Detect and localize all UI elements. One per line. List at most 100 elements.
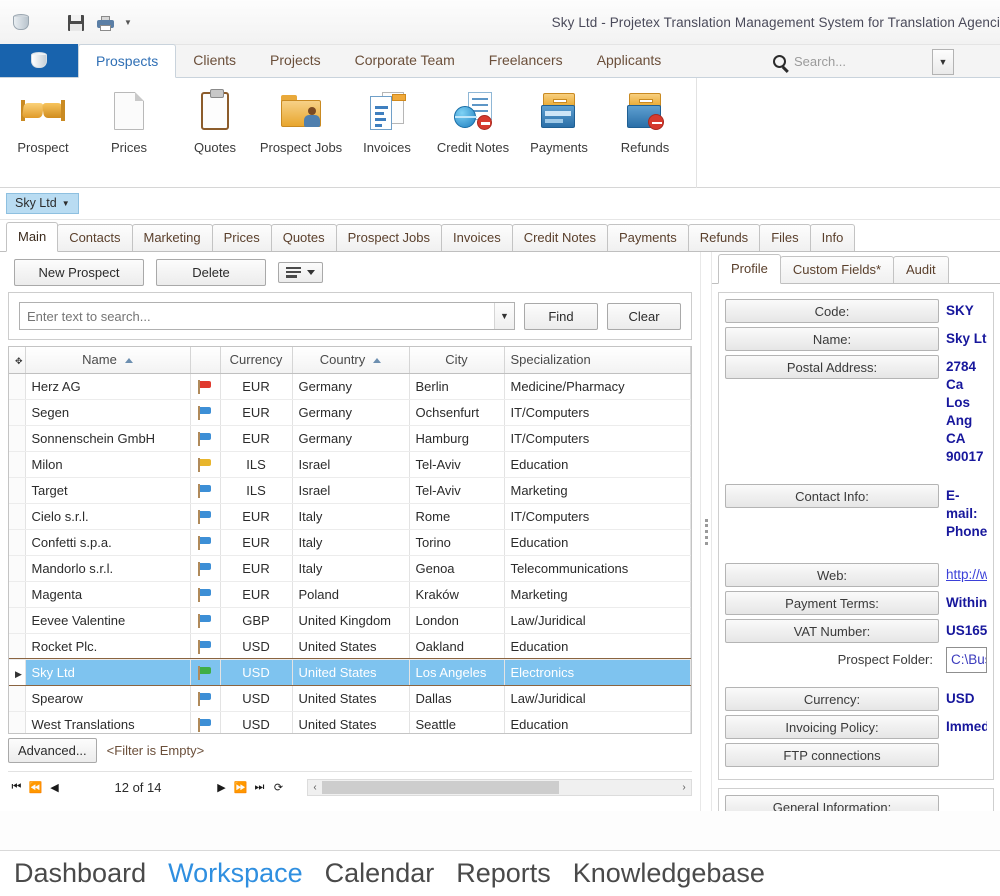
cell-name[interactable]: Target — [25, 477, 191, 504]
cell-currency[interactable]: EUR — [220, 373, 293, 400]
ribbon-tab-projects[interactable]: Projects — [253, 44, 338, 77]
grid-header-name[interactable]: Name — [25, 347, 191, 374]
ribbon-button-payments[interactable]: Payments — [516, 88, 602, 155]
cell-currency[interactable]: USD — [220, 685, 293, 712]
cell-currency[interactable]: EUR — [220, 425, 293, 452]
first-record-icon[interactable]: ⏮ — [8, 778, 25, 798]
row-indicator[interactable] — [9, 529, 26, 556]
cell-country[interactable]: United States — [292, 633, 410, 660]
tab-prices[interactable]: Prices — [211, 224, 272, 251]
advanced-filter-button[interactable]: Advanced... — [8, 737, 97, 763]
clear-button[interactable]: Clear — [607, 302, 681, 330]
grid-header-currency[interactable]: Currency — [220, 347, 293, 374]
table-row[interactable]: Mandorlo s.r.l. EUR Italy Genoa Telecommunic… — [9, 555, 691, 582]
field-label[interactable]: Contact Info: — [725, 484, 939, 508]
general-information-button[interactable]: General Information: — [725, 795, 939, 811]
table-row[interactable]: Segen EUR Germany Ochsenfurt IT/Computers — [9, 399, 691, 426]
ribbon-tab-freelancers[interactable]: Freelancers — [472, 44, 580, 77]
row-indicator[interactable] — [9, 555, 26, 582]
flag-icon[interactable] — [190, 555, 221, 582]
row-indicator[interactable] — [9, 477, 26, 504]
find-button[interactable]: Find — [524, 302, 598, 330]
cell-currency[interactable]: USD — [220, 711, 293, 733]
cell-country[interactable]: United States — [292, 685, 410, 712]
cell-currency[interactable]: USD — [220, 633, 293, 660]
cell-specialization[interactable]: IT/Computers — [504, 399, 691, 426]
field-value[interactable]: C:\Busin — [946, 647, 987, 673]
row-indicator[interactable]: ▶ — [9, 659, 26, 686]
table-row[interactable]: Rocket Plc. USD United States Oakland Educat… — [9, 633, 691, 660]
grid-header-specialization[interactable]: Specialization — [504, 347, 691, 374]
table-row[interactable]: West Translations USD United States Seattle… — [9, 711, 691, 733]
flag-icon[interactable] — [190, 607, 221, 634]
tab-contacts[interactable]: Contacts — [57, 224, 133, 251]
grid-options-menu-button[interactable] — [278, 261, 323, 283]
cell-name[interactable]: Spearow — [25, 685, 191, 712]
cell-specialization[interactable]: Law/Juridical — [504, 607, 691, 634]
field-label[interactable]: Code: — [725, 299, 939, 323]
cell-name[interactable]: Segen — [25, 399, 191, 426]
delete-button[interactable]: Delete — [156, 258, 266, 286]
cell-city[interactable]: Hamburg — [409, 425, 505, 452]
table-row[interactable]: Herz AG EUR Germany Berlin Medicine/Pharmacy — [9, 373, 691, 400]
chevron-down-icon[interactable]: ▼ — [494, 303, 514, 329]
new-prospect-button[interactable]: New Prospect — [14, 258, 144, 286]
cell-city[interactable]: Los Angeles — [409, 659, 505, 686]
cell-country[interactable]: Israel — [292, 451, 410, 478]
next-page-icon[interactable]: ⏩ — [232, 778, 249, 798]
row-indicator[interactable] — [9, 425, 26, 452]
cell-city[interactable]: Tel-Aviv — [409, 451, 505, 478]
cell-specialization[interactable]: Marketing — [504, 581, 691, 608]
cell-specialization[interactable]: Marketing — [504, 477, 691, 504]
row-indicator[interactable] — [9, 581, 26, 608]
grid-header-country[interactable]: Country — [292, 347, 410, 374]
prev-record-icon[interactable]: ◀ — [46, 778, 63, 798]
cell-name[interactable]: Cielo s.r.l. — [25, 503, 191, 530]
tab-refunds[interactable]: Refunds — [687, 224, 761, 251]
nav-reports[interactable]: Reports — [456, 858, 551, 889]
table-row[interactable]: Magenta EUR Poland Kraków Marketing — [9, 581, 691, 608]
cell-name[interactable]: Sky Ltd — [25, 659, 191, 686]
row-indicator[interactable] — [9, 373, 26, 400]
flag-icon[interactable] — [190, 399, 221, 426]
flag-icon[interactable] — [190, 685, 221, 712]
row-indicator[interactable] — [9, 633, 26, 660]
tab-prospect-jobs[interactable]: Prospect Jobs — [335, 224, 442, 251]
field-label[interactable]: Name: — [725, 327, 939, 351]
flag-icon[interactable] — [190, 659, 221, 686]
app-menu-button[interactable] — [0, 44, 78, 77]
cell-currency[interactable]: ILS — [220, 477, 293, 504]
search-placeholder[interactable]: Search... — [794, 54, 924, 69]
cell-city[interactable]: Kraków — [409, 581, 505, 608]
last-record-icon[interactable]: ⏭ — [251, 778, 268, 798]
ribbon-button-invoices[interactable]: Invoices — [344, 88, 430, 155]
tab-audit[interactable]: Audit — [893, 256, 949, 283]
cell-city[interactable]: Ochsenfurt — [409, 399, 505, 426]
search-combobox[interactable]: ▼ — [19, 302, 515, 330]
ribbon-tab-applicants[interactable]: Applicants — [580, 44, 679, 77]
grid-header-city[interactable]: City — [409, 347, 505, 374]
row-indicator[interactable] — [9, 711, 26, 733]
cell-country[interactable]: Italy — [292, 555, 410, 582]
ribbon-button-prospect-jobs[interactable]: Prospect Jobs — [258, 88, 344, 155]
field-value[interactable]: http://w — [946, 563, 987, 584]
cell-city[interactable]: Torino — [409, 529, 505, 556]
table-row[interactable]: Milon ILS Israel Tel-Aviv Education — [9, 451, 691, 478]
flag-icon[interactable] — [190, 581, 221, 608]
ribbon-button-quotes[interactable]: Quotes — [172, 88, 258, 155]
tab-marketing[interactable]: Marketing — [131, 224, 213, 251]
ribbon-tab-clients[interactable]: Clients — [176, 44, 253, 77]
cell-country[interactable]: Israel — [292, 477, 410, 504]
cell-specialization[interactable]: Education — [504, 711, 691, 733]
flag-icon[interactable] — [190, 529, 221, 556]
cell-country[interactable]: Germany — [292, 373, 410, 400]
refresh-icon[interactable]: ⟳ — [270, 778, 287, 798]
cell-currency[interactable]: EUR — [220, 555, 293, 582]
cell-city[interactable]: Genoa — [409, 555, 505, 582]
cell-currency[interactable]: EUR — [220, 503, 293, 530]
field-label[interactable]: VAT Number: — [725, 619, 939, 643]
field-label[interactable]: Web: — [725, 563, 939, 587]
field-label[interactable]: Currency: — [725, 687, 939, 711]
print-icon[interactable] — [96, 13, 116, 33]
cell-name[interactable]: West Translations — [25, 711, 191, 733]
